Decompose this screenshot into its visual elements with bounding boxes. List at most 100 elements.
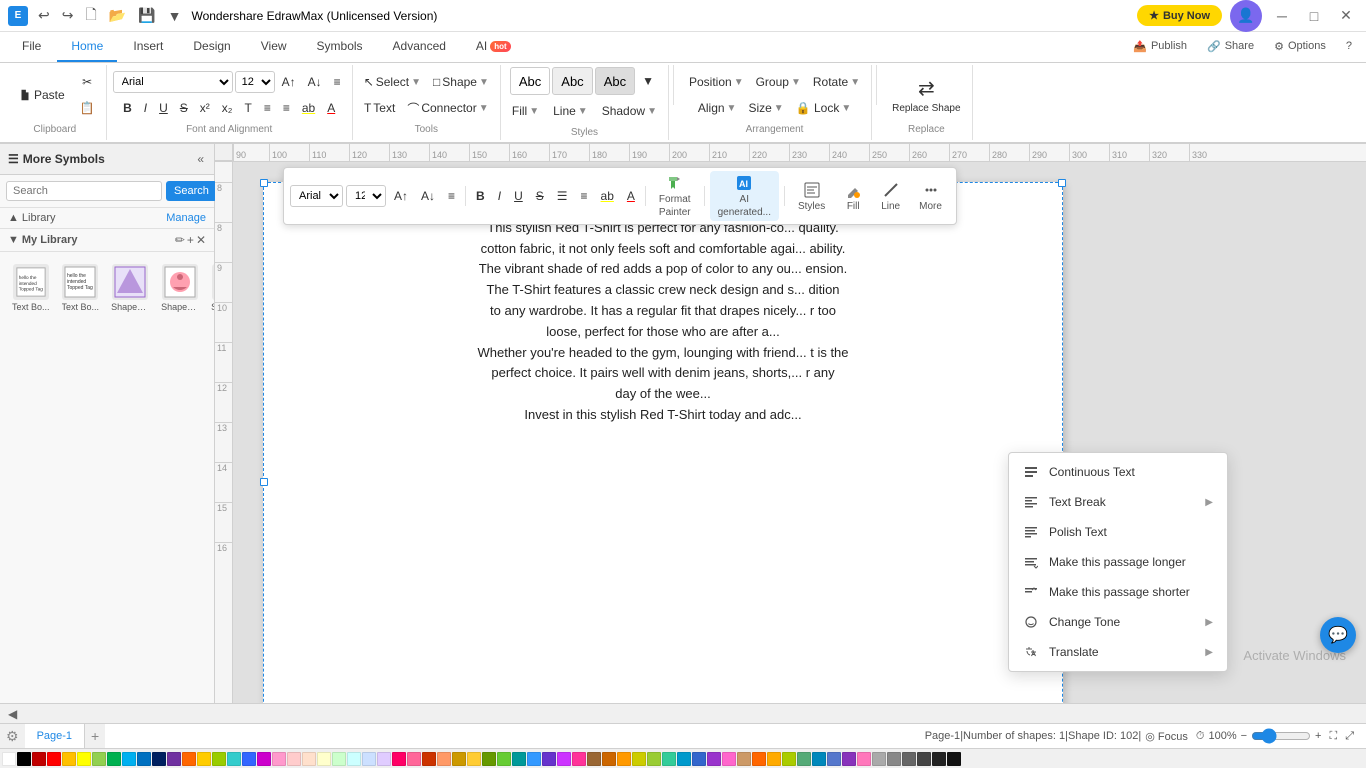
search-button[interactable]: Search [166, 181, 217, 201]
list-item[interactable]: hello theintendedTopped Tag Text Bo... [58, 260, 104, 316]
options-button[interactable]: ⚙ Options [1268, 38, 1332, 55]
size-button[interactable]: Size ▼ [743, 96, 788, 120]
color-swatch[interactable] [542, 752, 556, 766]
color-swatch[interactable] [392, 752, 406, 766]
color-swatch[interactable] [167, 752, 181, 766]
color-swatch[interactable] [587, 752, 601, 766]
decrease-font-button[interactable]: A↓ [303, 70, 327, 94]
canvas[interactable]: Product Description for This stylish Red… [233, 162, 1366, 703]
color-swatch[interactable] [857, 752, 871, 766]
user-avatar[interactable]: 👤 [1230, 0, 1262, 32]
color-swatch[interactable] [197, 752, 211, 766]
tab-view[interactable]: View [247, 32, 301, 62]
rotate-button[interactable]: Rotate ▼ [808, 70, 865, 94]
color-swatch[interactable] [797, 752, 811, 766]
text-style-button[interactable]: T [239, 96, 256, 120]
highlight-button[interactable]: ab [297, 96, 320, 120]
copy-button[interactable]: 📋 [75, 96, 100, 120]
style-abc-1[interactable]: Abc [510, 67, 550, 95]
help-button[interactable]: ? [1340, 38, 1358, 54]
font-size-select[interactable]: 12 [235, 71, 275, 93]
more-actions-button[interactable]: ▼ [164, 6, 186, 26]
color-swatch[interactable] [722, 752, 736, 766]
cm-change-tone[interactable]: Change Tone ▶ [1009, 607, 1227, 637]
color-swatch[interactable] [62, 752, 76, 766]
zoom-slider[interactable] [1251, 728, 1311, 744]
page-tab-1[interactable]: Page-1 [25, 724, 85, 748]
underline-button[interactable]: U [154, 96, 173, 120]
color-swatch[interactable] [572, 752, 586, 766]
zoom-out-button[interactable]: − [1237, 729, 1251, 743]
color-swatch[interactable] [662, 752, 676, 766]
color-swatch[interactable] [677, 752, 691, 766]
ai-generated-button[interactable]: AI AI generated... [710, 171, 779, 221]
floating-line-button[interactable]: Line [873, 178, 908, 215]
floating-highlight[interactable]: ab [596, 183, 619, 209]
color-swatch[interactable] [917, 752, 931, 766]
add-library-button[interactable]: + [187, 233, 194, 247]
fullscreen-button[interactable]: ⤢ [1341, 729, 1358, 744]
list-item[interactable]: Shape1... [207, 260, 214, 316]
floating-increase-font[interactable]: A↑ [389, 183, 413, 209]
undo-button[interactable]: ↩ [34, 5, 54, 26]
paste-button[interactable]: Paste [10, 83, 73, 107]
selection-handle-tr[interactable] [1058, 179, 1066, 187]
color-swatch[interactable] [632, 752, 646, 766]
floating-font-size-select[interactable]: 12 [346, 185, 386, 207]
manage-button[interactable]: Manage [166, 212, 206, 224]
color-swatch[interactable] [212, 752, 226, 766]
palette-arrow-left[interactable]: ◀ [8, 707, 17, 721]
color-swatch[interactable] [362, 752, 376, 766]
selection-handle-ml[interactable] [260, 478, 268, 486]
color-swatch[interactable] [842, 752, 856, 766]
floating-bold[interactable]: B [471, 183, 490, 209]
search-input[interactable] [6, 181, 162, 201]
zoom-in-button[interactable]: + [1311, 729, 1325, 743]
subscript-button[interactable]: x₂ [217, 96, 238, 120]
color-swatch[interactable] [47, 752, 61, 766]
color-swatch[interactable] [92, 752, 106, 766]
color-swatch[interactable] [332, 752, 346, 766]
floating-fill-button[interactable]: Fill [836, 178, 870, 215]
focus-button[interactable]: ◎ Focus [1141, 729, 1192, 744]
close-library-button[interactable]: ✕ [196, 233, 206, 247]
floating-font-color[interactable]: A [622, 183, 640, 209]
color-swatch[interactable] [752, 752, 766, 766]
color-swatch[interactable] [317, 752, 331, 766]
color-swatch[interactable] [2, 752, 16, 766]
color-swatch[interactable] [602, 752, 616, 766]
cm-polish-text[interactable]: Polish Text [1009, 517, 1227, 547]
color-swatch[interactable] [137, 752, 151, 766]
font-color-button[interactable]: A [322, 96, 340, 120]
color-swatch[interactable] [257, 752, 271, 766]
color-swatch[interactable] [932, 752, 946, 766]
bullet-list-button[interactable]: ≡ [278, 96, 295, 120]
color-swatch[interactable] [302, 752, 316, 766]
replace-shape-button[interactable]: ⇄ Replace Shape [887, 70, 965, 120]
lock-button[interactable]: 🔒 Lock ▼ [791, 96, 857, 120]
styles-more-button[interactable]: ▼ [637, 69, 659, 93]
library-label[interactable]: ▲ Library [8, 212, 56, 224]
cm-make-longer[interactable]: Make this passage longer [1009, 547, 1227, 577]
position-button[interactable]: Position ▼ [684, 70, 749, 94]
color-swatch[interactable] [872, 752, 886, 766]
bold-button[interactable]: B [118, 96, 137, 120]
floating-underline[interactable]: U [509, 183, 528, 209]
tab-symbols[interactable]: Symbols [303, 32, 377, 62]
list-item[interactable]: hello theintendedTopped Tag Text Bo... [8, 260, 54, 316]
publish-button[interactable]: 📤 Publish [1127, 38, 1193, 55]
color-swatch[interactable] [527, 752, 541, 766]
color-swatch[interactable] [617, 752, 631, 766]
close-button[interactable]: ✕ [1334, 4, 1358, 28]
color-swatch[interactable] [692, 752, 706, 766]
list-item[interactable]: Shape1... [107, 260, 153, 316]
tab-design[interactable]: Design [179, 32, 244, 62]
color-swatch[interactable] [17, 752, 31, 766]
color-swatch[interactable] [947, 752, 961, 766]
color-swatch[interactable] [467, 752, 481, 766]
fill-button[interactable]: Fill ▼ [507, 99, 544, 123]
color-swatch[interactable] [152, 752, 166, 766]
add-page-button[interactable]: + [85, 726, 105, 746]
color-swatch[interactable] [782, 752, 796, 766]
color-swatch[interactable] [32, 752, 46, 766]
